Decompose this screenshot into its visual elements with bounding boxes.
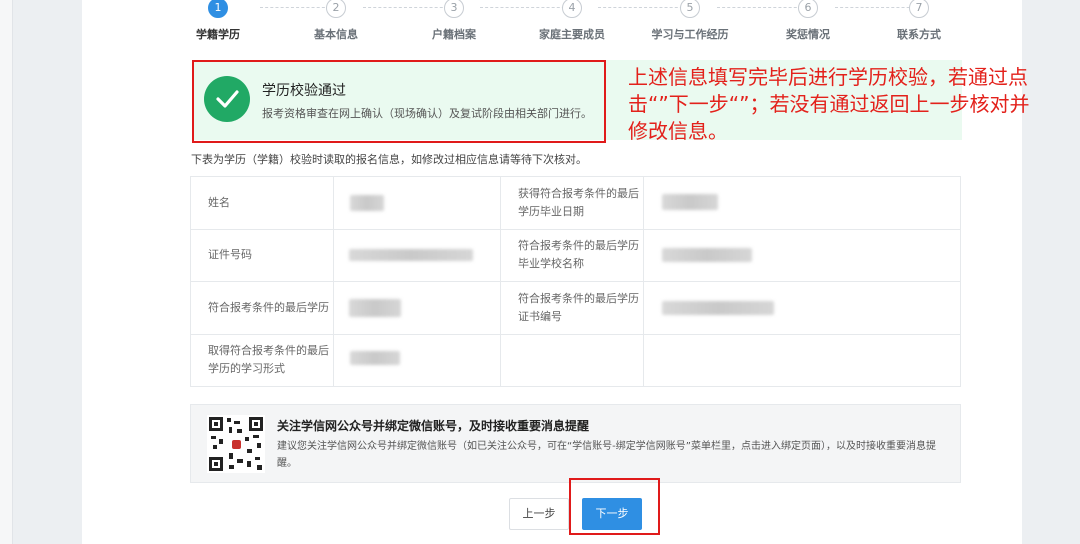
table-cell-label: 姓名 xyxy=(191,177,334,229)
step-number: 2 xyxy=(326,0,346,18)
qr-code-icon xyxy=(207,415,265,473)
annotation-text: 上述信息填写完毕后进行学历校验，若通过点击“”下一步“”；若没有通过返回上一步核… xyxy=(628,65,1030,143)
step-label: 基本信息 xyxy=(314,28,358,41)
table-note: 下表为学历（学籍）校验时读取的报名信息，如修改过相应信息请等待下次核对。 xyxy=(191,153,587,166)
table-cell-value xyxy=(334,177,501,229)
step-label: 学籍学历 xyxy=(196,28,240,41)
step-number: 5 xyxy=(680,0,700,18)
step-progress: 1 学籍学历 2 基本信息 3 户籍档案 4 家庭主要成员 5 学习与工作经历 … xyxy=(190,0,960,44)
table-cell-value xyxy=(334,229,501,281)
previous-step-button[interactable]: 上一步 xyxy=(509,498,569,530)
step-6[interactable]: 6 奖惩情况 xyxy=(758,0,858,42)
table-cell-label: 证件号码 xyxy=(191,229,334,281)
step-number: 4 xyxy=(562,0,582,18)
step-2[interactable]: 2 基本信息 xyxy=(286,0,386,42)
table-cell-label: 符合报考条件的最后学历毕业学校名称 xyxy=(501,229,644,281)
step-label: 学习与工作经历 xyxy=(651,28,729,41)
step-number: 7 xyxy=(909,0,929,18)
step-4[interactable]: 4 家庭主要成员 xyxy=(522,0,622,42)
step-label: 家庭主要成员 xyxy=(539,28,605,41)
table-row: 证件号码 符合报考条件的最后学历毕业学校名称 xyxy=(191,229,960,282)
step-label: 联系方式 xyxy=(897,28,941,41)
step-number: 3 xyxy=(444,0,464,18)
step-3[interactable]: 3 户籍档案 xyxy=(404,0,504,42)
table-cell-label: 符合报考条件的最后学历 xyxy=(191,281,334,334)
table-row: 符合报考条件的最后学历 符合报考条件的最后学历证书编号 xyxy=(191,281,960,335)
table-cell-value xyxy=(644,177,960,229)
step-1[interactable]: 1 学籍学历 xyxy=(168,0,268,42)
table-cell-value xyxy=(334,334,501,386)
enrollment-info-table: 姓名 获得符合报考条件的最后学历毕业日期 证件号码 符合报考条件的最后学历毕业学… xyxy=(190,176,961,387)
wechat-notice-title: 关注学信网公众号并绑定微信账号，及时接收重要消息提醒 xyxy=(277,419,590,433)
step-label: 奖惩情况 xyxy=(786,28,830,41)
step-label: 户籍档案 xyxy=(432,28,476,41)
table-cell-label xyxy=(501,334,644,386)
step-7[interactable]: 7 联系方式 xyxy=(869,0,969,42)
table-cell-label: 符合报考条件的最后学历证书编号 xyxy=(501,281,644,334)
wechat-notice-description: 建议您关注学信网公众号并绑定微信账号（如已关注公众号，可在“学信账号-绑定学信网… xyxy=(277,441,936,469)
table-cell-value xyxy=(334,281,501,334)
table-cell-label: 取得符合报考条件的最后学历的学习形式 xyxy=(191,334,334,386)
wechat-follow-notice: 关注学信网公众号并绑定微信账号，及时接收重要消息提醒 建议您关注学信网公众号并绑… xyxy=(190,404,961,483)
table-row: 取得符合报考条件的最后学历的学习形式 xyxy=(191,334,960,386)
left-sidebar-edge xyxy=(0,0,13,544)
table-cell-value xyxy=(644,281,960,334)
highlight-box-banner xyxy=(192,60,606,143)
table-cell-value xyxy=(644,334,960,386)
table-cell-label: 获得符合报考条件的最后学历毕业日期 xyxy=(501,177,644,229)
table-cell-value xyxy=(644,229,960,281)
step-number: 6 xyxy=(798,0,818,18)
highlight-box-next-button xyxy=(569,478,660,535)
step-5[interactable]: 5 学习与工作经历 xyxy=(640,0,740,42)
step-number: 1 xyxy=(208,0,228,18)
table-row: 姓名 获得符合报考条件的最后学历毕业日期 xyxy=(191,177,960,230)
